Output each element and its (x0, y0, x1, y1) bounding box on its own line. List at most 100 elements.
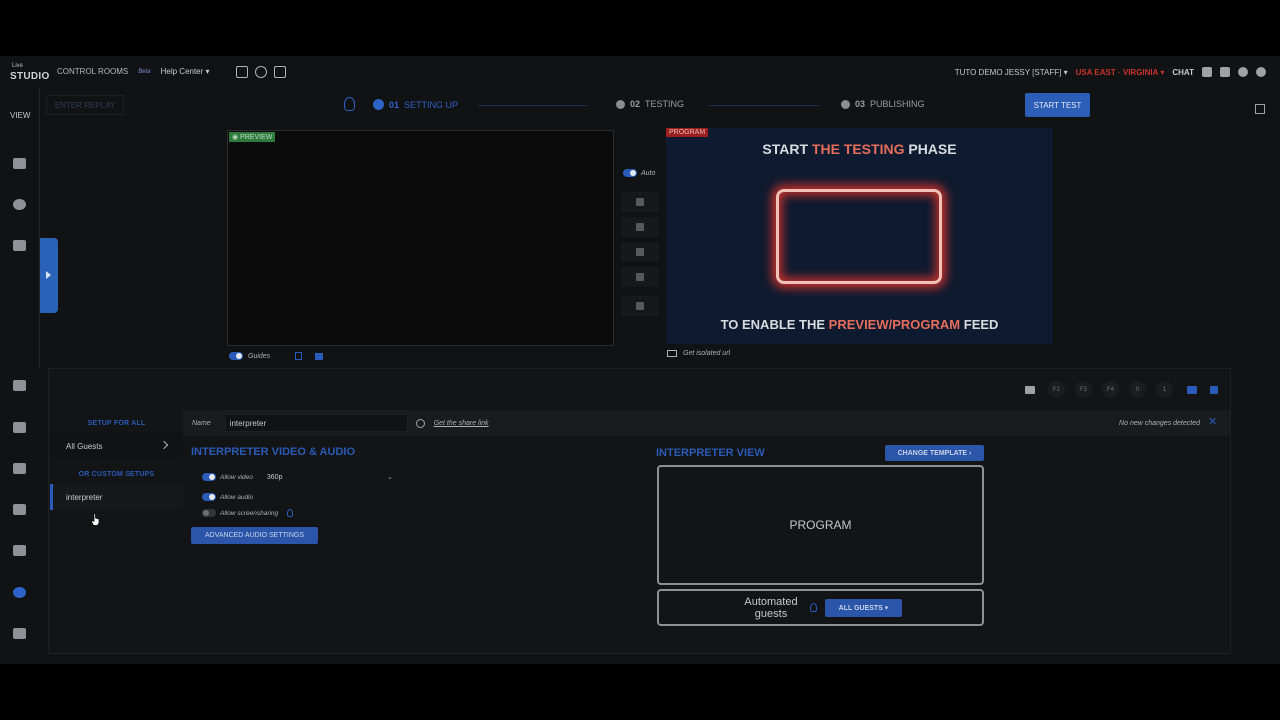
logo-small-text: Live (12, 63, 24, 69)
allow-screensharing-option[interactable]: Allow screensharing (202, 509, 294, 517)
shortcut-f3[interactable]: F3 (1075, 381, 1092, 398)
chat-icon[interactable] (1202, 67, 1212, 77)
monitor-icon (667, 350, 677, 357)
cut-icon[interactable] (621, 267, 659, 287)
shortcut-f4[interactable]: F4 (1102, 381, 1119, 398)
step2-dot-icon (616, 99, 625, 109)
nav-left: CONTROL ROOMS Beta Help Center ▾ (57, 67, 210, 76)
audio-switch[interactable] (202, 493, 216, 501)
name-bar: Name interpreter Get the share link No n… (183, 410, 1230, 436)
template-program-box[interactable]: PROGRAM (657, 465, 984, 585)
auto-toggle[interactable]: Auto (623, 169, 655, 177)
program-monitor[interactable]: PROGRAM START THE TESTING PHASE TO ENABL… (666, 128, 1053, 344)
setup-sidebar: SETUP FOR ALL All Guests OR CUSTOM SETUP… (50, 410, 183, 653)
share-link[interactable]: Get the share link (434, 420, 489, 427)
enter-replay-button[interactable]: ENTER REPLAY (46, 95, 124, 115)
advanced-audio-settings-button[interactable]: ADVANCED AUDIO SETTINGS (191, 527, 318, 544)
speed-icon[interactable] (13, 199, 26, 210)
panel-expander[interactable] (40, 238, 58, 313)
tools-icon[interactable] (13, 463, 26, 474)
chat-link[interactable]: CHAT (1172, 68, 1194, 77)
view-label[interactable]: VIEW (10, 111, 30, 120)
shortcut-0[interactable]: 0 (1129, 381, 1146, 398)
screensharing-switch[interactable] (202, 509, 216, 517)
program-tag: PROGRAM (666, 128, 709, 137)
automated-guests-label: Automated guests (744, 596, 798, 620)
name-input[interactable]: interpreter (224, 414, 408, 432)
share-icon[interactable] (415, 418, 425, 428)
text-icon[interactable] (13, 545, 26, 556)
step-connector (708, 105, 820, 106)
region-menu[interactable]: USA EAST · VIRGINIA ▾ (1076, 68, 1165, 77)
swap-icon[interactable] (621, 242, 659, 262)
chat-icon[interactable] (1021, 381, 1038, 398)
guides-label: Guides (248, 352, 271, 360)
lightbulb-icon[interactable] (344, 97, 355, 111)
popout-icon[interactable] (1183, 381, 1200, 398)
step-publishing[interactable]: 03 PUBLISHING (841, 99, 925, 109)
more-icon[interactable] (1210, 381, 1218, 398)
preview-monitor[interactable]: ◉ PREVIEW (227, 130, 614, 346)
automated-guests-box: Automated guests ALL GUESTS ▾ (657, 589, 984, 626)
side-panel-icon[interactable] (1255, 104, 1265, 114)
transition-icon[interactable] (621, 192, 659, 212)
user-menu[interactable]: TUTO DEMO JESSY [STAFF] ▾ (955, 68, 1068, 77)
all-guests-dropdown[interactable]: ALL GUESTS ▾ (825, 599, 902, 617)
step-connector (478, 105, 588, 106)
guests-icon[interactable] (13, 587, 26, 598)
calendar-icon[interactable] (236, 66, 248, 78)
gear-icon[interactable] (1238, 67, 1248, 77)
step2-number: 02 (630, 99, 641, 109)
chevron-down-icon[interactable]: ⌄ (387, 473, 393, 481)
close-icon[interactable]: ✕ (1208, 417, 1218, 428)
allow-audio-option[interactable]: Allow audio (202, 493, 253, 501)
camera-icon[interactable] (13, 380, 26, 391)
allow-video-option[interactable]: Allow video 360p ⌄ (202, 473, 393, 481)
layout-icon[interactable] (274, 66, 286, 78)
broadcast-icon[interactable] (13, 422, 26, 433)
mixer-icon[interactable] (13, 628, 26, 639)
help-center-menu[interactable]: Help Center ▾ (161, 67, 210, 76)
phone-icon[interactable] (295, 352, 303, 360)
app-window: Live STUDIO CONTROL ROOMS Beta Help Cent… (0, 56, 1280, 664)
lightbulb-icon[interactable] (810, 603, 817, 612)
dashboard-icon[interactable] (13, 158, 26, 169)
video-switch[interactable] (202, 473, 216, 481)
info-icon[interactable] (1256, 67, 1266, 77)
fade-icon[interactable] (621, 217, 659, 237)
guides-switch[interactable] (229, 352, 243, 360)
logo[interactable]: Live STUDIO (10, 60, 49, 82)
top-navigation: Live STUDIO CONTROL ROOMS Beta Help Cent… (0, 56, 1280, 88)
lightbulb-icon[interactable] (287, 509, 294, 517)
sidebar-item-interpreter[interactable]: interpreter (50, 484, 183, 510)
all-guests-label: All Guests (66, 441, 103, 451)
users-icon[interactable] (1220, 67, 1230, 77)
preview-tag: ◉ PREVIEW (229, 132, 276, 142)
start-test-button[interactable]: START TEST (1025, 93, 1090, 117)
sidebar-item-all-guests[interactable]: All Guests (50, 433, 183, 459)
view-section-title: INTERPRETER VIEW (656, 447, 765, 459)
globe-icon[interactable] (255, 66, 267, 78)
layers-icon[interactable] (315, 352, 324, 360)
rail-divider (39, 88, 40, 368)
shortcut-f2[interactable]: F2 (1048, 381, 1065, 398)
changes-status: No new changes detected (1119, 419, 1200, 427)
shortcut-1[interactable]: 1 (1156, 381, 1173, 398)
nav-icons (236, 66, 286, 78)
change-template-button[interactable]: CHANGE TEMPLATE › (885, 445, 984, 461)
guides-toggle[interactable]: Guides (229, 352, 324, 360)
auto-switch[interactable] (623, 169, 637, 177)
program-box-label: PROGRAM (789, 518, 852, 532)
video-resolution-select[interactable]: 360p (267, 474, 283, 481)
control-rooms-link[interactable]: CONTROL ROOMS (57, 67, 128, 76)
left-rail: VIEW (0, 88, 58, 664)
step-testing[interactable]: 02 TESTING (616, 99, 684, 109)
check-icon (373, 99, 384, 110)
allow-audio-label: Allow audio (220, 493, 254, 501)
step-setting-up[interactable]: 01 SETTING UP (373, 99, 458, 110)
settings-icon[interactable] (621, 296, 659, 316)
grid-icon[interactable] (13, 240, 26, 251)
chat-bubble-icon[interactable] (13, 504, 26, 515)
allow-video-label: Allow video (220, 473, 253, 481)
isolated-url-link[interactable]: Get isolated url (667, 350, 730, 357)
